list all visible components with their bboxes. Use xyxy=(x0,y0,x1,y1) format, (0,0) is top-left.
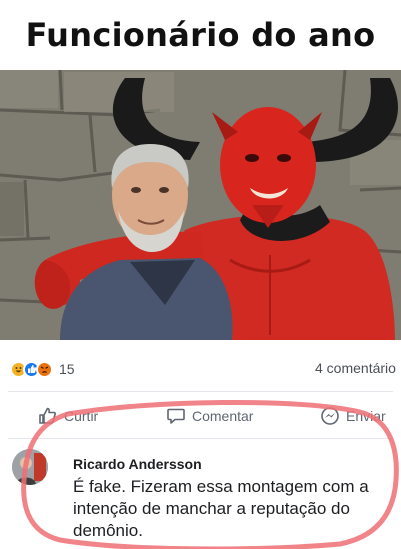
action-bar: Curtir Comentar Enviar xyxy=(0,402,401,430)
angry-icon xyxy=(36,360,53,378)
comment: Ricardo Andersson É fake. Fizeram essa m… xyxy=(10,447,401,547)
divider xyxy=(8,438,393,439)
comment-button[interactable]: Comentar xyxy=(166,402,253,430)
meme-photo xyxy=(0,70,401,340)
thumbs-up-icon xyxy=(39,407,56,424)
comment-author[interactable]: Ricardo Andersson xyxy=(73,456,202,472)
divider xyxy=(8,391,393,392)
reaction-summary[interactable]: 15 xyxy=(10,358,75,380)
comment-count[interactable]: 4 comentário xyxy=(315,360,401,376)
meme-title: Funcionário do ano xyxy=(25,16,376,54)
share-button[interactable]: Enviar xyxy=(320,402,386,430)
comment-bubble-icon xyxy=(167,408,185,424)
comment-label: Comentar xyxy=(192,408,254,424)
avatar[interactable] xyxy=(12,449,48,485)
reaction-count: 15 xyxy=(59,361,75,377)
like-button[interactable]: Curtir xyxy=(38,402,98,430)
share-label: Enviar xyxy=(346,408,386,424)
comment-text: É fake. Fizeram essa montagem com a inte… xyxy=(73,477,369,540)
messenger-icon xyxy=(321,407,339,425)
like-label: Curtir xyxy=(64,408,99,424)
